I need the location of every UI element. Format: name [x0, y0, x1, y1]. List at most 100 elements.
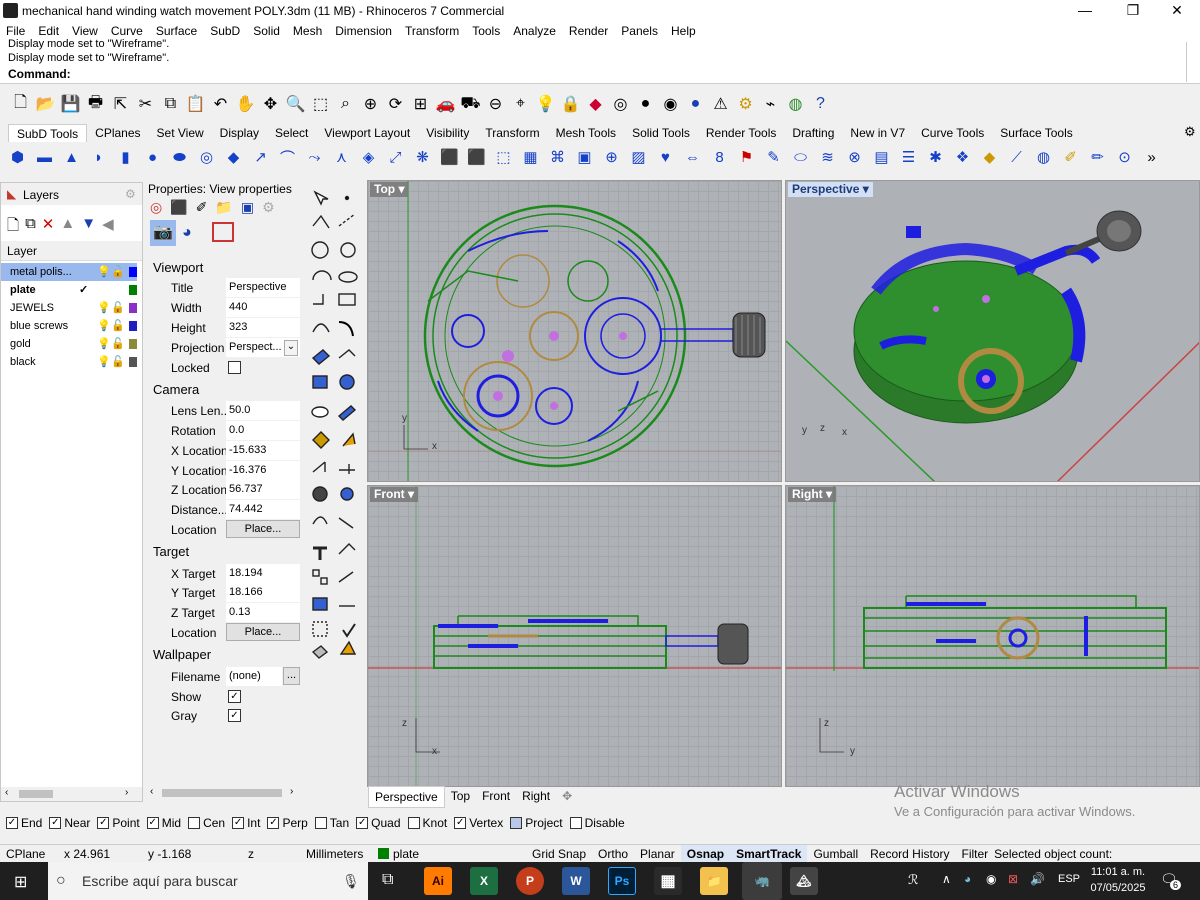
subd-fill-icon[interactable]: ⤳	[303, 146, 326, 169]
subd-weld-icon[interactable]: ⊗	[843, 146, 866, 169]
osnap-knot[interactable]: Knot	[407, 816, 447, 830]
tab-set-view[interactable]: Set View	[149, 124, 212, 142]
subd-brush-icon[interactable]: ✐	[1059, 146, 1082, 169]
planar-toggle[interactable]: Planar	[634, 845, 681, 862]
four-viewports-icon[interactable]: ⊞	[408, 92, 433, 117]
subd-layers-icon[interactable]: ≋	[816, 146, 839, 169]
tab-surface-tools[interactable]: Surface Tools	[992, 124, 1081, 142]
tab-drafting[interactable]: Drafting	[784, 124, 842, 142]
width-field[interactable]: 440	[226, 298, 300, 317]
move-icon[interactable]: ✥	[258, 92, 283, 117]
layers-horizontal-scrollbar[interactable]: ‹ ›	[1, 787, 142, 801]
car-wire-icon[interactable]: ⛟	[458, 92, 483, 117]
subd-cup-icon[interactable]: ♥	[654, 146, 677, 169]
record-history-toggle[interactable]: Record History	[864, 845, 955, 862]
light-bulb-icon[interactable]: 💡	[97, 299, 111, 317]
subd-drop-icon[interactable]: ◗	[87, 146, 110, 169]
color-wheel-icon[interactable]: ◎	[608, 92, 633, 117]
subd-tools-icon[interactable]: ✱	[924, 146, 947, 169]
layer-color-swatch[interactable]	[129, 321, 137, 331]
layer-color-swatch[interactable]	[129, 285, 137, 295]
sphere-shaded-icon[interactable]: ●	[633, 92, 658, 117]
tab-display[interactable]: Display	[212, 124, 267, 142]
language-indicator[interactable]: ESP	[1058, 873, 1080, 885]
photos-app-icon[interactable]: 🏔	[790, 867, 818, 895]
subd-unroll-icon[interactable]: ⟋	[1005, 146, 1028, 169]
object-props-icon[interactable]: ⬛	[170, 199, 187, 216]
y-target-field[interactable]: 18.166	[226, 583, 300, 602]
subd-cube-icon[interactable]: ◆	[222, 146, 245, 169]
copy-icon[interactable]: ⧉	[158, 92, 183, 117]
cut-icon[interactable]: ✂	[133, 92, 158, 117]
rotation-field[interactable]: 0.0	[226, 421, 300, 440]
checkbox-checked[interactable]: ✓	[454, 817, 467, 829]
z-location-field[interactable]: 56.737	[226, 480, 300, 499]
osnap-point[interactable]: ✓ Point	[97, 816, 140, 830]
perspective-viewport[interactable]: y z x Perspective ▾	[785, 180, 1200, 482]
zoom-extents-icon[interactable]: ⌕	[333, 92, 358, 117]
light-bulb-icon[interactable]: 💡	[97, 335, 111, 353]
material-icon[interactable]: ✐	[196, 199, 208, 216]
lock-icon[interactable]: 🔓	[111, 335, 125, 353]
subd-grid-icon[interactable]: ▤	[870, 146, 893, 169]
checkbox-checked[interactable]: ✓	[146, 817, 159, 829]
undo-icon[interactable]: ↶	[208, 92, 233, 117]
display-icon[interactable]: ▣	[241, 199, 254, 216]
pan-hand-icon[interactable]: ✋	[233, 92, 258, 117]
layer-row-gold[interactable]: gold 💡 🔓	[1, 335, 137, 353]
checkbox-checked[interactable]: ✓	[356, 817, 369, 829]
top-viewport[interactable]: y x Top ▾	[367, 180, 782, 482]
osnap-quad[interactable]: ✓ Quad	[356, 816, 401, 830]
delete-layer-icon[interactable]: ✕	[42, 215, 55, 240]
sphere-blue-icon[interactable]: ●	[683, 92, 708, 117]
zoom-window-icon[interactable]: ⬚	[308, 92, 333, 117]
globe-icon[interactable]: ◍	[783, 92, 808, 117]
checkbox-checked[interactable]: ✓	[6, 817, 18, 829]
tab-front[interactable]: Front	[476, 786, 516, 808]
distance-field[interactable]: 74.442	[226, 500, 300, 519]
lock-icon[interactable]: 🔒	[558, 92, 583, 117]
layer-column-header[interactable]: Layer	[1, 241, 142, 261]
scroll-right-icon[interactable]: ›	[125, 787, 128, 798]
subd-box-icon[interactable]: ⬢	[6, 146, 29, 169]
front-viewport[interactable]: z x Front ▾	[367, 485, 782, 787]
open-folder-icon[interactable]: 📂	[33, 92, 58, 117]
menu-panels[interactable]: Panels	[615, 22, 665, 40]
color-wheel-icon[interactable]: ◎	[150, 199, 162, 216]
checkbox-unchecked[interactable]	[188, 817, 201, 829]
microphone-icon[interactable]: 🎙	[342, 862, 360, 900]
rotate-view-icon[interactable]: ⟳	[383, 92, 408, 117]
osnap-mid[interactable]: ✓ Mid	[146, 816, 181, 830]
grid-snap-toggle[interactable]: Grid Snap	[526, 845, 592, 862]
new-layer-icon[interactable]: 🗋	[7, 215, 19, 240]
tab-select[interactable]: Select	[267, 124, 316, 142]
tab-viewport-layout[interactable]: Viewport Layout	[316, 124, 418, 142]
checkbox-checked[interactable]: ✓	[97, 817, 110, 829]
layer-color-icon[interactable]: ◆	[583, 92, 608, 117]
snap-point-icon[interactable]: ⌖	[508, 92, 533, 117]
calculator-app-icon[interactable]: ▦	[654, 867, 682, 895]
powerpoint-app-icon[interactable]: P	[516, 867, 544, 895]
subd-pipe-icon[interactable]: ⬚	[492, 146, 515, 169]
checkbox-checked[interactable]: ✓	[267, 817, 280, 829]
subd-loft-icon[interactable]: ❋	[411, 146, 434, 169]
tray-battery-icon[interactable]: ⊠	[1008, 872, 1018, 886]
osnap-perp[interactable]: ✓ Perp	[267, 816, 308, 830]
named-views-icon[interactable]: ◕	[182, 224, 192, 242]
wallpaper-icon[interactable]	[212, 222, 234, 242]
osnap-end[interactable]: ✓ End	[6, 816, 42, 830]
properties-horizontal-scrollbar[interactable]: ‹ ›	[148, 786, 300, 800]
menu-transform[interactable]: Transform	[399, 22, 466, 40]
browse-button[interactable]: ...	[283, 667, 300, 685]
close-button[interactable]: ✕	[1154, 0, 1200, 22]
subd-edge-icon[interactable]: ⋏	[330, 146, 353, 169]
toolbar-settings-gear-icon[interactable]: ⚙	[1184, 124, 1196, 140]
layer-color-swatch[interactable]	[129, 267, 137, 277]
current-layer-indicator[interactable]: plate	[372, 845, 526, 862]
zoom-icon[interactable]: 🔍	[283, 92, 308, 117]
height-field[interactable]: 323	[226, 318, 300, 337]
subd-sphere-icon[interactable]: ●	[141, 146, 164, 169]
checkbox-indeterminate[interactable]	[510, 817, 523, 829]
subd-tweak-icon[interactable]: ↗	[249, 146, 272, 169]
spotlight-icon[interactable]: ⚠	[708, 92, 733, 117]
